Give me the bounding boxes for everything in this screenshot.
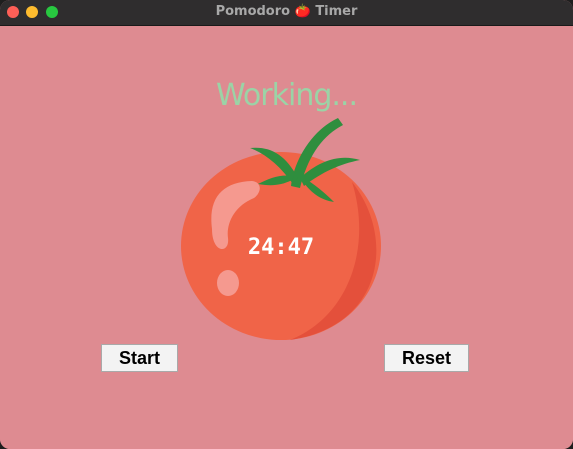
app-window: Pomodoro 🍅 Timer Working... 24:47 Start (0, 0, 573, 449)
title-bar: Pomodoro 🍅 Timer (0, 0, 573, 26)
timer-display: 24:47 (248, 235, 314, 260)
main-content: Working... 24:47 Start Reset (0, 26, 573, 449)
window-title: Pomodoro 🍅 Timer (215, 4, 358, 19)
tomato-icon (181, 118, 381, 340)
reset-button[interactable]: Reset (384, 344, 469, 372)
tomato-highlight-spot (217, 270, 239, 296)
start-button[interactable]: Start (101, 344, 178, 372)
tomato-canvas: 24:47 (181, 118, 381, 340)
